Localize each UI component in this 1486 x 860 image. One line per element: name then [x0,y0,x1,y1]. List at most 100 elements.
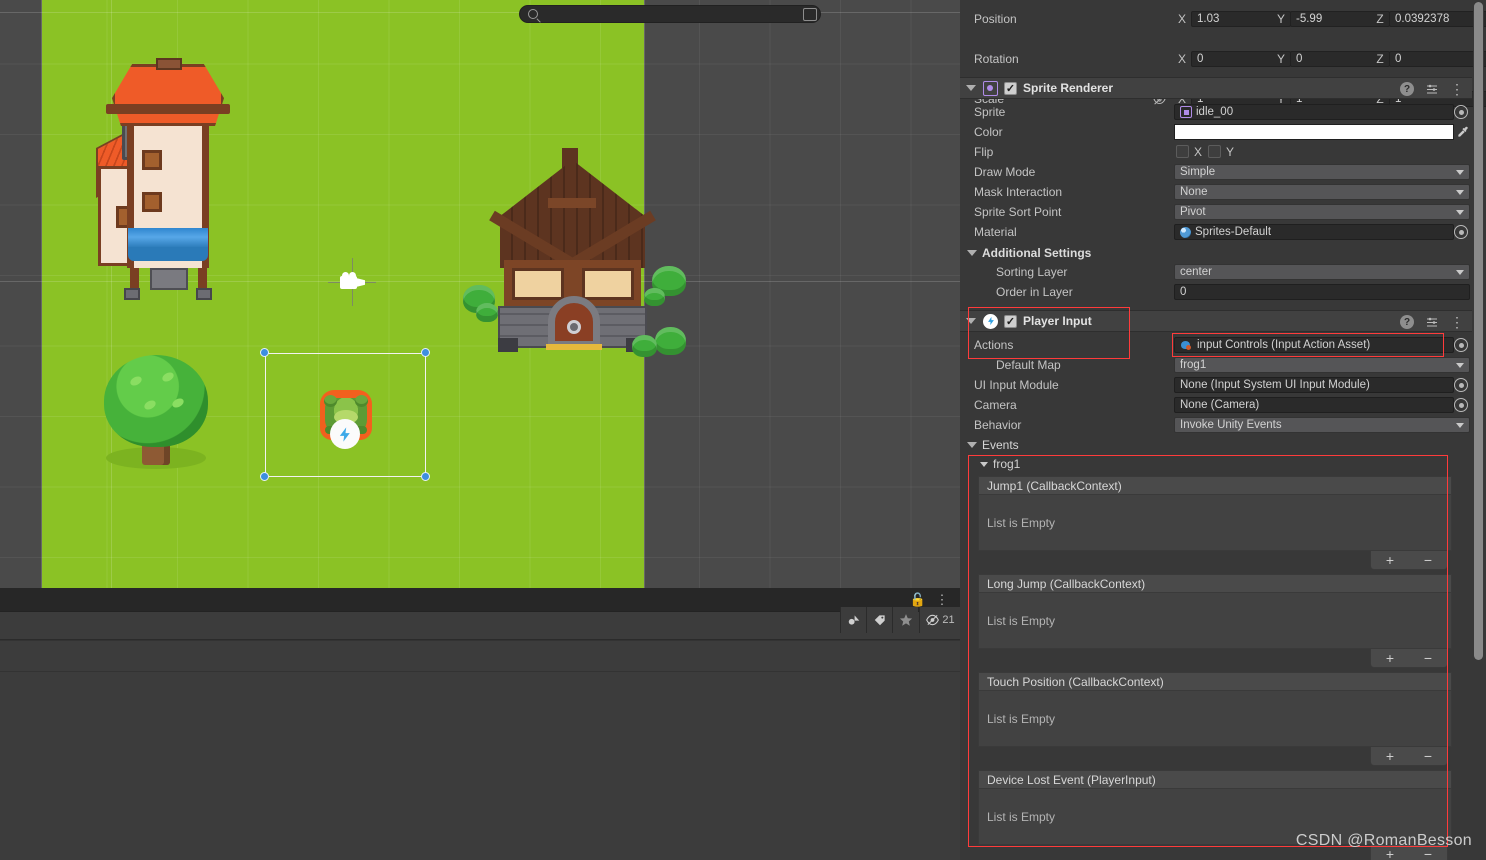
add-event-button[interactable]: + [1386,650,1394,666]
remove-event-button[interactable]: − [1424,552,1432,568]
star-toggle-button[interactable] [892,607,918,633]
selection-handle-tr[interactable] [421,348,430,357]
selection-handle-bl[interactable] [260,472,269,481]
eyedropper-icon[interactable] [1456,125,1470,139]
chevron-down-icon [1456,210,1464,215]
draw-mode-dropdown[interactable]: Simple [1174,164,1470,180]
tree-leaf [142,398,158,412]
additional-settings-foldout[interactable]: Additional Settings [960,243,1472,263]
actions-object-field[interactable]: input Controls (Input Action Asset) [1174,337,1454,353]
sprite-renderer-enabled-checkbox[interactable]: ✓ [1004,81,1017,95]
inspector-panel[interactable]: Position X 1.03 Y -5.99 Z 0.0392378 Rota… [960,0,1486,860]
preset-icon[interactable] [1425,83,1439,95]
sprite-renderer-header[interactable]: ✓ Sprite Renderer ? ⋮ [960,77,1472,99]
camera-gizmo-icon[interactable] [340,272,366,292]
event-block: Touch Position (CallbackContext) List is… [978,672,1452,767]
mask-interaction-dropdown[interactable]: None [1174,184,1470,200]
events-group-frog1[interactable]: frog1 [960,455,1472,473]
remove-event-button[interactable]: − [1424,748,1432,764]
chevron-down-icon[interactable] [966,85,976,91]
event-list-buttons: + − [1370,747,1448,766]
preset-icon[interactable] [1425,316,1439,328]
sorting-layer-dropdown[interactable]: center [1174,264,1470,280]
axis-y-label: Y [1277,52,1286,66]
chevron-down-icon[interactable] [966,318,976,324]
lighting-toggle-button[interactable] [840,607,866,633]
chevron-down-icon [980,461,988,467]
material-object-picker-icon[interactable] [1454,225,1468,239]
behavior-dropdown[interactable]: Invoke Unity Events [1174,417,1470,433]
event-title: Jump1 (CallbackContext) [978,476,1452,494]
house-roof [112,64,224,126]
position-x-field[interactable]: 1.03 [1191,11,1291,27]
actions-object-picker-icon[interactable] [1454,338,1468,352]
help-icon[interactable]: ? [1400,315,1414,329]
rotation-z-field[interactable]: 0 [1389,51,1486,67]
color-swatch[interactable] [1174,124,1454,140]
order-in-layer-field[interactable]: 0 [1174,284,1470,300]
bush [644,288,665,306]
chevron-down-icon [1456,423,1464,428]
chevron-down-icon [967,442,977,448]
actions-value: input Controls (Input Action Asset) [1197,339,1371,351]
house-barn[interactable] [489,148,656,355]
actions-row: Actions input Controls (Input Action Ass… [960,335,1472,355]
transform-position-row: Position X 1.03 Y -5.99 Z 0.0392378 [960,9,1486,29]
player-input-header[interactable]: ✓ Player Input ? ⋮ [960,310,1472,332]
event-list[interactable]: List is Empty [978,592,1452,649]
help-icon[interactable]: ? [1400,82,1414,96]
kebab-menu-icon[interactable]: ⋮ [934,592,950,608]
player-input-enabled-checkbox[interactable]: ✓ [1004,314,1017,328]
tag-toggle-button[interactable] [866,607,892,633]
house-foot-left [124,288,140,300]
selection-handle-br[interactable] [421,472,430,481]
selection-handle-tl[interactable] [260,348,269,357]
event-list-buttons: + − [1370,649,1448,668]
house-pagoda[interactable] [96,58,238,301]
default-map-dropdown[interactable]: frog1 [1174,357,1470,373]
draw-mode-label: Draw Mode [974,165,1036,179]
inspector-scrollbar-thumb[interactable] [1474,2,1483,660]
kebab-menu-icon[interactable]: ⋮ [1450,315,1464,329]
events-foldout[interactable]: Events [960,435,1472,455]
axis-z-label: Z [1376,52,1384,66]
scene-view[interactable] [0,0,960,588]
ui-input-module-object-picker-icon[interactable] [1454,378,1468,392]
hierarchy-panel[interactable] [0,640,960,860]
flip-y-checkbox[interactable] [1208,145,1221,158]
event-list[interactable]: List is Empty [978,690,1452,747]
position-z-field[interactable]: 0.0392378 [1389,11,1486,27]
event-list-footer: + − [978,747,1452,767]
sprite-object-field[interactable]: idle_00 [1174,104,1454,120]
sprite-object-picker-icon[interactable] [1454,105,1468,119]
sorting-layer-value: center [1180,266,1212,278]
material-object-field[interactable]: Sprites-Default [1174,224,1454,240]
add-event-button[interactable]: + [1386,748,1394,764]
tag-icon [874,615,885,626]
flip-x-checkbox[interactable] [1176,145,1189,158]
lock-icon[interactable]: 🔓 [910,592,926,608]
expand-icon[interactable] [803,8,817,21]
rotation-y-field[interactable]: 0 [1290,51,1390,67]
event-list-footer: + − [978,649,1452,669]
visibility-count-button[interactable]: 21 [919,607,960,633]
position-y-field[interactable]: -5.99 [1290,11,1390,27]
camera-object-picker-icon[interactable] [1454,398,1468,412]
camera-object-field[interactable]: None (Camera) [1174,397,1454,413]
sprite-sort-point-dropdown[interactable]: Pivot [1174,204,1470,220]
kebab-menu-icon[interactable]: ⋮ [1450,82,1464,96]
ui-input-module-object-field[interactable]: None (Input System UI Input Module) [1174,377,1454,393]
unity-editor-window: 🔓 ⋮ 21 Position X 1.03 Y -5.99 Z 0.03923… [0,0,1486,860]
chevron-down-icon [1456,363,1464,368]
event-list[interactable]: List is Empty [978,494,1452,551]
inspector-scrollbar[interactable] [1473,0,1484,860]
rotation-x-field[interactable]: 0 [1191,51,1291,67]
material-value: Sprites-Default [1195,226,1272,238]
axis-x-label: X [1178,52,1187,66]
search-input[interactable] [519,5,821,23]
tree-crown [104,355,208,447]
position-z-group: Z 0.0392378 [1376,11,1486,27]
add-event-button[interactable]: + [1386,552,1394,568]
remove-event-button[interactable]: − [1424,650,1432,666]
tree[interactable] [100,355,212,473]
